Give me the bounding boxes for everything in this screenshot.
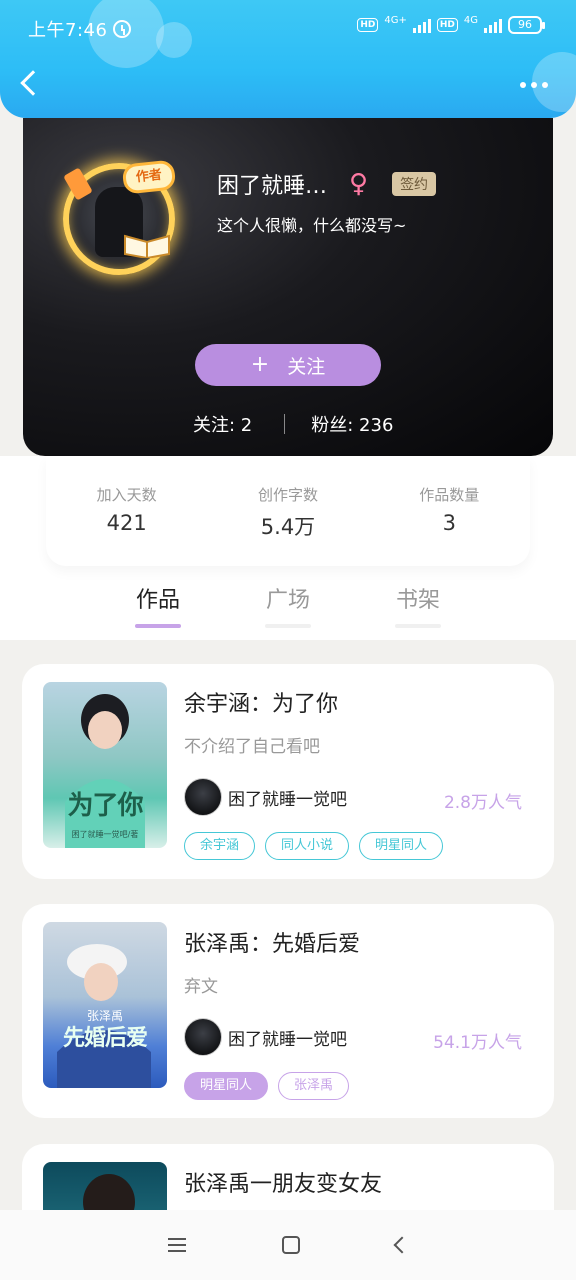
stat-value: 5.4万 <box>260 515 316 539</box>
book-description: 不介绍了自己看吧 <box>184 737 320 757</box>
book-card[interactable]: 先婚后爱 张泽禹 张泽禹：先婚后爱 弃文 困了就睡一觉吧 54.1万人气 明星同… <box>22 904 554 1118</box>
author-avatar <box>184 778 222 816</box>
cover-subtitle: 张泽禹 <box>86 1009 123 1023</box>
hd-icon: HD <box>436 18 458 32</box>
tab-indicator <box>265 624 311 628</box>
author-name: 困了就睡一觉吧 <box>228 789 347 810</box>
tag[interactable]: 明星同人 <box>359 832 444 860</box>
book-tags: 明星同人 张泽禹 <box>184 1072 350 1100</box>
tab-works[interactable]: 作品 <box>118 582 198 628</box>
cover-subtitle: 困了就睡一觉吧/著 <box>71 830 139 839</box>
alarm-icon <box>113 20 132 38</box>
following-count[interactable]: 关注: 2 <box>193 411 252 437</box>
menu-icon[interactable] <box>168 1238 186 1252</box>
author-name: 困了就睡一觉吧 <box>228 1029 347 1050</box>
tag[interactable]: 明星同人 <box>184 1072 269 1100</box>
follow-button-label: 关注 <box>287 355 326 378</box>
system-nav-bar <box>0 1210 576 1280</box>
tag[interactable]: 余宇涵 <box>184 832 256 860</box>
stat-label: 作品数量 <box>419 486 480 504</box>
tab-square[interactable]: 广场 <box>248 582 328 628</box>
stat-works-count: 作品数量 3 <box>379 484 519 566</box>
network-type-2: 4G <box>463 15 478 26</box>
book-author: 困了就睡一觉吧 <box>184 778 347 816</box>
tab-label: 书架 <box>395 588 440 613</box>
cover-title: 先婚后爱 <box>62 1025 148 1051</box>
stat-label: 创作字数 <box>257 486 318 504</box>
book-author: 困了就睡一觉吧 <box>184 1018 347 1056</box>
plus-icon: + <box>250 352 270 377</box>
user-name: 困了就睡… <box>217 174 328 199</box>
network-type-1: 4G+ <box>384 15 407 26</box>
status-indicators: HD 4G+ HD 4G 96 <box>357 15 545 34</box>
profile-name-row: 困了就睡… ♀ 签约 <box>217 168 437 200</box>
more-options-icon[interactable] <box>520 82 548 88</box>
follow-button[interactable]: + 关注 <box>195 344 381 386</box>
cover-figure <box>57 944 151 1088</box>
tab-label: 广场 <box>265 588 310 613</box>
book-icon <box>124 234 170 258</box>
tag[interactable]: 同人小说 <box>265 832 350 860</box>
tag[interactable]: 张泽禹 <box>278 1072 350 1100</box>
cover-title: 为了你 <box>67 791 143 821</box>
popularity: 54.1万人气 <box>433 1033 522 1053</box>
book-card[interactable]: 为了你 困了就睡一觉吧/著 余宇涵：为了你 不介绍了自己看吧 困了就睡一觉吧 2… <box>22 664 554 879</box>
status-time: 上午7:46 <box>28 16 132 42</box>
signal-icon <box>412 17 431 33</box>
tab-indicator <box>395 624 441 628</box>
user-bio: 这个人很懒，什么都没写~ <box>217 216 407 235</box>
decor-bubble <box>156 22 192 58</box>
book-cover[interactable]: 为了你 困了就睡一觉吧/著 <box>43 682 167 848</box>
author-avatar <box>184 1018 222 1056</box>
signed-badge: 签约 <box>392 172 437 196</box>
book-title[interactable]: 张泽禹：先婚后爱 <box>184 926 360 958</box>
divider <box>284 414 286 434</box>
tab-bookshelf[interactable]: 书架 <box>378 582 458 628</box>
book-tags: 余宇涵 同人小说 明星同人 <box>184 832 444 860</box>
book-title[interactable]: 余宇涵：为了你 <box>184 686 338 718</box>
profile-card: 作者 困了就睡… ♀ 签约 这个人很懒，什么都没写~ + 关注 关注: 2 粉丝… <box>23 118 553 456</box>
book-title[interactable]: 张泽禹一朋友变女友 <box>184 1166 382 1198</box>
book-description: 弃文 <box>184 977 218 997</box>
follow-stats: 关注: 2 粉丝: 236 <box>193 411 393 437</box>
stats-card: 加入天数 421 创作字数 5.4万 作品数量 3 <box>46 456 530 566</box>
battery-icon: 96 <box>508 16 545 34</box>
top-header: 上午7:46 HD 4G+ HD 4G 96 <box>0 0 576 118</box>
book-cover[interactable]: 先婚后爱 张泽禹 <box>43 922 167 1088</box>
home-icon[interactable] <box>282 1236 300 1254</box>
hd-icon: HD <box>357 18 379 32</box>
fans-count[interactable]: 粉丝: 236 <box>311 411 393 437</box>
back-nav-icon[interactable] <box>393 1236 411 1254</box>
stat-word-count: 创作字数 5.4万 <box>218 484 358 566</box>
stat-value: 421 <box>106 511 147 535</box>
signal-icon <box>484 17 502 33</box>
status-time-text: 上午7:46 <box>28 20 108 41</box>
popularity: 2.8万人气 <box>443 793 522 813</box>
stat-join-days: 加入天数 421 <box>57 484 197 566</box>
stat-label: 加入天数 <box>96 486 157 504</box>
tab-bar: 作品 广场 书架 <box>0 580 576 636</box>
cover-figure <box>65 694 145 848</box>
tab-label: 作品 <box>135 588 180 613</box>
stat-value: 3 <box>442 511 456 535</box>
female-icon: ♀ <box>349 169 369 199</box>
author-badge: 作者 <box>121 159 177 195</box>
back-icon[interactable] <box>20 70 46 96</box>
tab-indicator <box>135 624 181 628</box>
